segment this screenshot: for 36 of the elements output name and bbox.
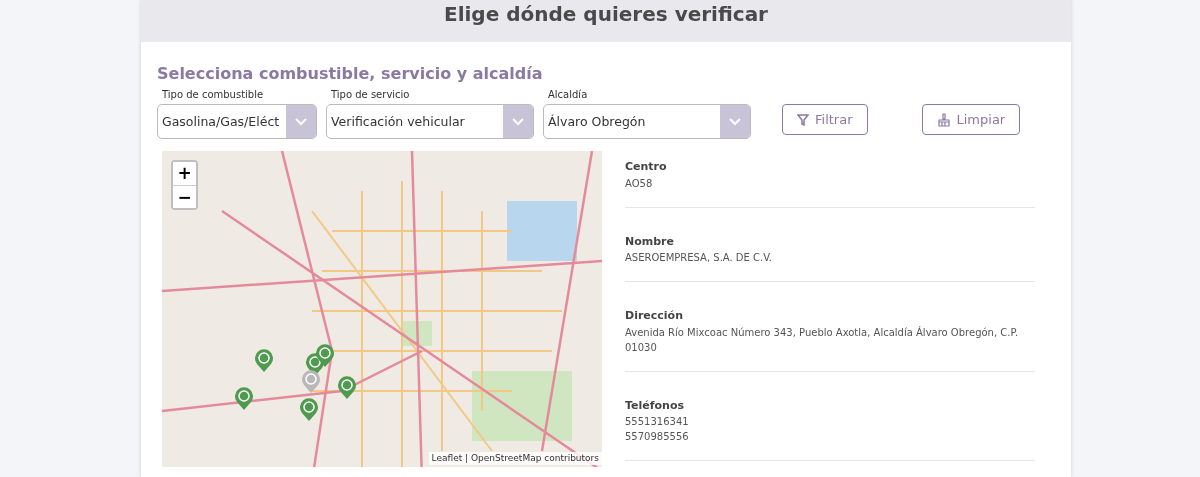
leaflet-link[interactable]: Leaflet	[431, 452, 463, 463]
detail-label: Centro	[625, 159, 668, 176]
map-marker-icon[interactable]	[234, 387, 254, 412]
section-title: Selecciona combustible, servicio y alcaldía	[157, 64, 544, 84]
map-marker-icon[interactable]	[299, 398, 319, 423]
filter-button[interactable]: Filtrar	[782, 104, 868, 136]
attribution-separator: |	[464, 452, 470, 463]
detail-value: ASEROEMPRESA, S.A. DE C.V.	[625, 251, 773, 266]
broom-icon	[936, 112, 951, 127]
dropdown[interactable]: Verificación vehicular	[326, 104, 534, 140]
attribution-text: contributors	[543, 452, 599, 463]
detail-value: Avenida Río Mixcoac Número 343, Pueblo Axotla, Alcaldía Álvaro Obregón, C.P. 01030	[625, 325, 1020, 355]
zoom-out-button[interactable]: −	[173, 185, 196, 209]
chevron-down-icon	[295, 117, 307, 126]
chevron-down-icon	[512, 117, 524, 126]
dropdown[interactable]: Álvaro Obregón	[543, 104, 751, 140]
field-label: Tipo de combustible	[162, 88, 265, 103]
map-marker-icon[interactable]	[315, 344, 335, 369]
detail-label: Teléfonos	[625, 397, 685, 414]
chevron-down-icon	[729, 117, 741, 126]
map-marker-icon[interactable]	[301, 370, 321, 395]
map-marker-icon[interactable]	[337, 376, 357, 401]
field-label: Tipo de servicio	[331, 88, 411, 103]
filter-icon	[797, 113, 809, 126]
page-title: Elige dónde quieres verificar	[444, 4, 768, 24]
detail-label: Nombre	[625, 233, 675, 250]
map-marker-icon[interactable]	[254, 349, 274, 374]
detail-label: Dirección	[625, 308, 684, 325]
detail-value: 5551316341	[625, 415, 690, 430]
dropdown[interactable]: Gasolina/Gas/Eléct	[157, 104, 317, 140]
detail-value: 5570985556	[625, 430, 690, 445]
clear-button[interactable]: Limpiar	[921, 104, 1021, 136]
field-label: Alcaldía	[548, 88, 589, 103]
detail-value: AO58	[625, 176, 654, 191]
openstreetmap-link[interactable]: OpenStreetMap	[471, 452, 542, 463]
map[interactable]: + − Leaflet | OpenStreetMap contributors	[162, 151, 602, 468]
